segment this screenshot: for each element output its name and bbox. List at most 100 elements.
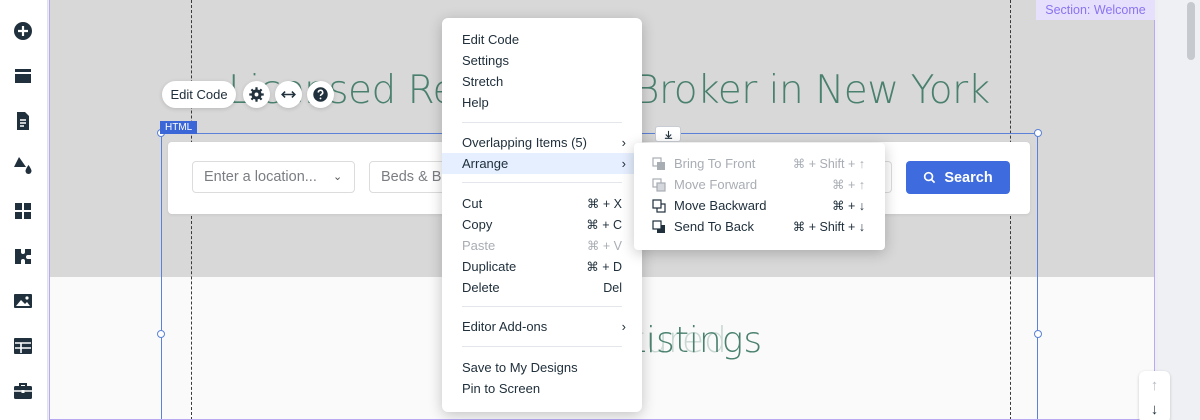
submenu-item-bring-to-front: Bring To Front ⌘ + Shift + ↑ — [634, 153, 885, 174]
anchor-button[interactable] — [655, 126, 681, 142]
stretch-button[interactable] — [275, 81, 302, 108]
menu-item-duplicate[interactable]: Duplicate ⌘ + D — [442, 256, 642, 277]
chevron-right-icon: › — [621, 319, 626, 334]
submenu-shortcut: ⌘ + ↓ — [832, 199, 865, 213]
section-label[interactable]: Section: Welcome — [1036, 0, 1155, 20]
menu-item-pin-to-screen[interactable]: Pin to Screen — [442, 378, 642, 399]
menu-item-overlapping-items[interactable]: Overlapping Items (5) › — [442, 132, 642, 153]
plus-circle-icon — [14, 22, 32, 40]
site-design-button[interactable] — [10, 152, 36, 178]
menu-shortcut: Del — [603, 280, 622, 295]
context-menu: Edit Code Settings Stretch Help Overlapp… — [442, 18, 642, 412]
menu-shortcut: ⌘ + V — [586, 239, 622, 253]
submenu-item-move-forward: Move Forward ⌘ + ↑ — [634, 174, 885, 195]
move-backward-icon — [652, 199, 666, 213]
resize-handle-left[interactable] — [157, 330, 165, 338]
resize-handle-top-right[interactable] — [1034, 129, 1042, 137]
menu-item-save-to-my-designs[interactable]: Save to My Designs — [442, 357, 642, 378]
cms-button[interactable] — [10, 333, 36, 359]
featured-title[interactable]: Listings — [626, 320, 762, 361]
media-button[interactable] — [10, 288, 36, 314]
chevron-down-icon: ⌄ — [333, 171, 343, 183]
menu-item-arrange[interactable]: Arrange › — [442, 153, 642, 174]
left-toolbar — [0, 0, 48, 420]
submenu-item-label: Send To Back — [674, 219, 754, 234]
menu-item-delete[interactable]: Delete Del — [442, 277, 642, 298]
scrollbar-thumb[interactable] — [1187, 2, 1195, 60]
menu-item-edit-code[interactable]: Edit Code — [442, 29, 642, 50]
pages-button[interactable] — [10, 108, 36, 134]
apps-button[interactable] — [10, 198, 36, 224]
search-button-label: Search — [944, 169, 993, 186]
menu-item-label: Stretch — [462, 74, 504, 89]
sections-icon — [15, 69, 31, 83]
menu-item-paste: Paste ⌘ + V — [442, 235, 642, 256]
submenu-item-label: Move Backward — [674, 198, 767, 213]
arrow-down-icon[interactable]: ↓ — [1139, 398, 1170, 420]
menu-item-label: Editor Add-ons — [462, 319, 548, 334]
menu-item-label: Paste — [462, 238, 496, 253]
send-to-back-icon — [652, 220, 665, 233]
section-navigator: ↑ ↓ — [1139, 371, 1170, 420]
menu-item-label: Pin to Screen — [462, 381, 541, 396]
download-arrow-icon — [664, 130, 672, 139]
page-icon — [17, 112, 29, 130]
move-forward-icon — [652, 178, 666, 192]
menu-separator — [462, 182, 622, 183]
menu-item-label: Duplicate — [462, 259, 517, 274]
submenu-shortcut: ⌘ + Shift + ↓ — [792, 220, 865, 234]
menu-item-help[interactable]: Help — [442, 92, 642, 113]
menu-item-label: Copy — [462, 217, 493, 232]
resize-handle-right[interactable] — [1034, 330, 1042, 338]
submenu-item-send-to-back[interactable]: Send To Back ⌘ + Shift + ↓ — [634, 216, 885, 237]
stretch-arrows-icon — [281, 90, 296, 99]
menu-item-settings[interactable]: Settings — [442, 50, 642, 71]
bring-to-front-icon — [652, 157, 665, 170]
add-section-button[interactable] — [10, 63, 36, 89]
paint-icon — [14, 157, 32, 174]
chevron-right-icon: › — [621, 156, 626, 171]
help-button[interactable] — [307, 81, 334, 108]
element-type-tag: HTML — [160, 121, 198, 134]
menu-item-copy[interactable]: Copy ⌘ + C — [442, 214, 642, 235]
arrow-up-icon[interactable]: ↑ — [1139, 374, 1170, 396]
location-placeholder: Enter a location... — [204, 169, 317, 185]
menu-shortcut: ⌘ + C — [586, 218, 622, 232]
scrollbar[interactable] — [1185, 0, 1197, 420]
menu-item-label: Overlapping Items (5) — [462, 135, 587, 150]
menu-separator — [462, 122, 622, 123]
menu-item-label: Save to My Designs — [462, 360, 578, 375]
location-dropdown[interactable]: Enter a location... — [192, 161, 355, 193]
menu-item-label: Settings — [462, 53, 509, 68]
gear-icon — [249, 87, 264, 102]
menu-separator — [462, 306, 622, 307]
chevron-right-icon: › — [621, 135, 626, 150]
help-icon — [313, 87, 328, 102]
edit-code-button[interactable]: Edit Code — [162, 81, 236, 108]
search-icon — [924, 171, 936, 184]
submenu-item-move-backward[interactable]: Move Backward ⌘ + ↓ — [634, 195, 885, 216]
table-icon — [14, 338, 32, 354]
arrange-submenu: Bring To Front ⌘ + Shift + ↑ Move Forwar… — [634, 143, 885, 250]
menu-item-editor-add-ons[interactable]: Editor Add-ons › — [442, 316, 642, 337]
menu-item-cut[interactable]: Cut ⌘ + X — [442, 193, 642, 214]
menu-shortcut: ⌘ + D — [586, 260, 622, 274]
image-icon — [14, 294, 32, 308]
menu-item-label: Help — [462, 95, 489, 110]
search-button[interactable]: Search — [906, 161, 1010, 194]
menu-item-label: Arrange — [462, 156, 509, 171]
settings-button[interactable] — [243, 81, 270, 108]
apps-grid-icon — [15, 203, 31, 219]
briefcase-icon — [14, 383, 32, 399]
menu-item-stretch[interactable]: Stretch — [442, 71, 642, 92]
add-elements-button[interactable] — [10, 18, 36, 44]
submenu-shortcut: ⌘ + ↑ — [832, 178, 865, 192]
app-market-button[interactable] — [10, 243, 36, 269]
puzzle-icon — [15, 249, 31, 264]
submenu-item-label: Move Forward — [674, 177, 758, 192]
menu-separator — [462, 346, 622, 347]
submenu-item-label: Bring To Front — [674, 156, 756, 171]
business-button[interactable] — [10, 378, 36, 404]
menu-shortcut: ⌘ + X — [586, 197, 622, 211]
submenu-shortcut: ⌘ + Shift + ↑ — [792, 157, 865, 171]
